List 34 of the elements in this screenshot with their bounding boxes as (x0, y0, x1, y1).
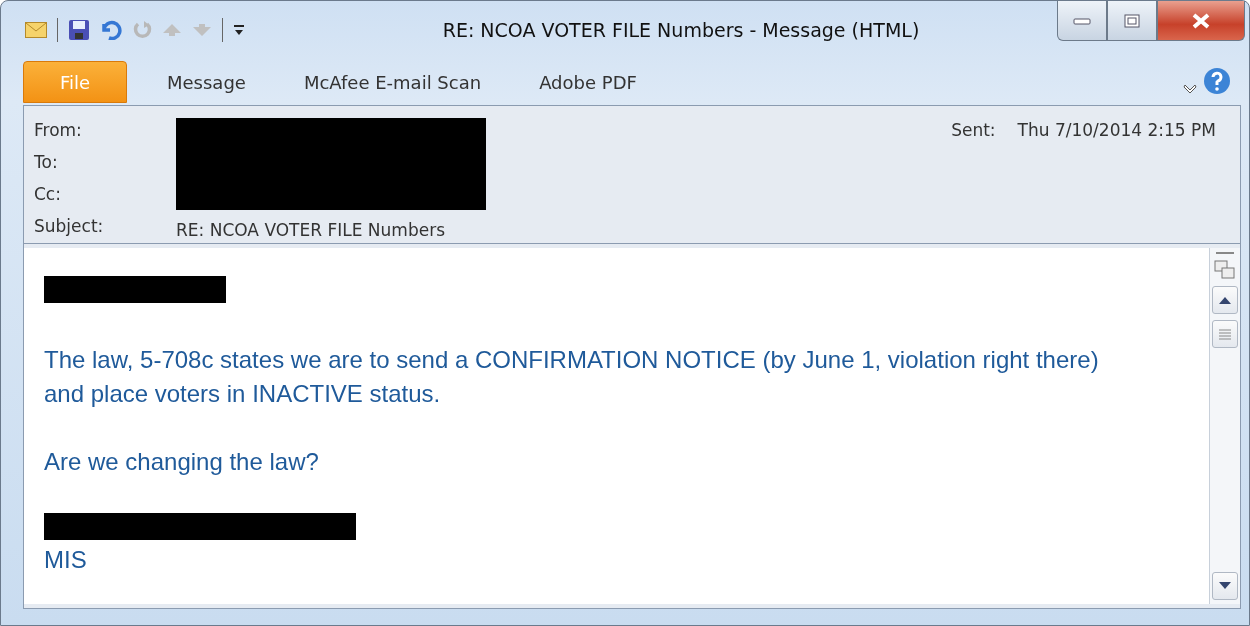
save-icon[interactable] (68, 19, 90, 41)
people-pane-icon[interactable] (1214, 260, 1236, 280)
scroll-thumb[interactable] (1212, 320, 1238, 348)
subject-label: Subject: (34, 215, 105, 238)
scrollbar[interactable] (1209, 248, 1240, 604)
sent-label: Sent: (951, 119, 996, 142)
ribbon-tab[interactable]: Message (141, 61, 272, 103)
minimize-button[interactable] (1057, 1, 1107, 41)
help-icon[interactable] (1203, 67, 1231, 95)
scroll-down-button[interactable] (1212, 572, 1238, 600)
expand-ribbon-icon[interactable] (1183, 83, 1197, 95)
maximize-icon (1124, 13, 1140, 28)
to-label: To: (34, 151, 59, 174)
undo-icon[interactable] (100, 20, 122, 40)
minimize-icon (1073, 16, 1091, 25)
up-triangle-icon (1218, 296, 1232, 304)
paragraph: The law, 5-708c states we are to send a CONFIRMATION NOTICE (by June 1, violation right there) and place voters in INACTIVE status. (44, 345, 1100, 409)
scroll-up-button[interactable] (1212, 286, 1238, 314)
envelope-icon[interactable] (25, 22, 47, 38)
grip-icon (1218, 328, 1232, 340)
from-label: From: (34, 119, 83, 142)
down-triangle-icon (1218, 582, 1232, 590)
signature-text: MIS (44, 546, 88, 574)
ribbon-tab[interactable]: Adobe PDF (513, 61, 663, 103)
close-button[interactable] (1157, 1, 1245, 41)
window-title: RE: NCOA VOTER FILE Numbers - Message (HTML) (441, 19, 921, 41)
cc-label: Cc: (34, 183, 62, 206)
maximize-button[interactable] (1107, 1, 1157, 41)
sent-date: Thu 7/10/2014 2:15 PM (1017, 119, 1216, 142)
ribbon-tab[interactable]: McAfee E-mail Scan (277, 61, 508, 103)
customize-dropdown-icon[interactable] (233, 24, 245, 36)
close-icon (1191, 12, 1211, 29)
paragraph: Are we changing the law? (44, 447, 320, 477)
subject-text: RE: NCOA VOTER FILE Numbers (176, 219, 446, 242)
